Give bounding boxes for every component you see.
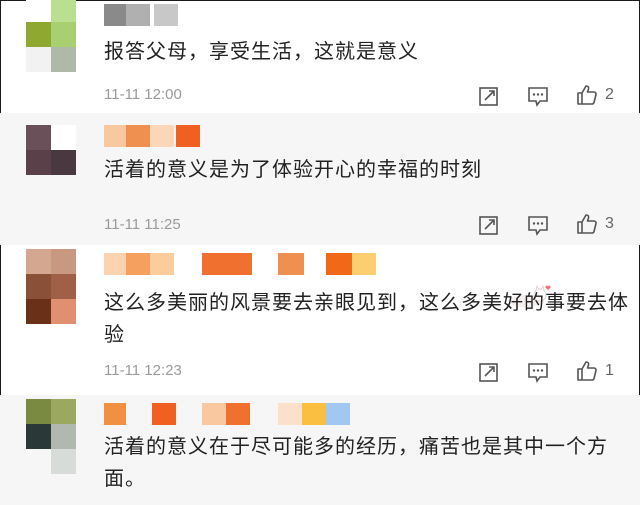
like-button[interactable]: 1 xyxy=(575,359,614,383)
avatar-lower xyxy=(26,449,76,474)
share-icon xyxy=(479,216,498,235)
comment-item: 活着的意义在于尽可能多的经历，痛苦也是其中一个方面。 xyxy=(0,395,640,505)
username-blurred[interactable] xyxy=(104,403,350,425)
comment-text: 报答父母，享受生活，这就是意义 xyxy=(104,39,419,63)
avatar[interactable] xyxy=(26,249,76,299)
username-blurred[interactable] xyxy=(104,253,376,275)
like-button[interactable]: 2 xyxy=(575,83,614,107)
comment-time: 11-11 12:23 xyxy=(104,362,182,379)
share-button[interactable] xyxy=(478,85,500,107)
comment-icon xyxy=(528,216,548,236)
comment-text: 活着的意义在于尽可能多的经历，痛苦也是其中一个方面。 xyxy=(104,434,608,490)
comment-item: 这么多美丽的风景要去亲眼见到，这么多美好的事要去体验 11-11 12:23 1 xyxy=(0,245,640,395)
avatar-lower xyxy=(26,47,76,72)
comment-button[interactable] xyxy=(527,214,549,236)
comment-text: 这么多美丽的风景要去亲眼见到，这么多美好的事要去体验 xyxy=(104,290,629,346)
username-blurred[interactable] xyxy=(104,125,200,147)
share-button[interactable] xyxy=(478,361,500,383)
thumbs-up-icon xyxy=(577,85,597,105)
comment-icon xyxy=(528,363,548,383)
thumbs-up-icon xyxy=(577,214,597,234)
username-blurred[interactable] xyxy=(104,4,178,26)
comment-button[interactable] xyxy=(527,85,549,107)
share-icon xyxy=(479,87,498,106)
comment-text: 活着的意义是为了体验开心的幸福的时刻 xyxy=(104,157,482,181)
avatar-lower xyxy=(26,299,76,324)
avatar[interactable] xyxy=(26,399,76,449)
share-button[interactable] xyxy=(478,214,500,236)
comment-time: 11-11 11:25 xyxy=(104,216,181,233)
comment-button[interactable] xyxy=(527,361,549,383)
like-count: 1 xyxy=(605,362,614,379)
avatar[interactable] xyxy=(26,125,76,175)
avatar[interactable] xyxy=(26,0,76,47)
comment-item: 活着的意义是为了体验开心的幸福的时刻 11-11 11:25 3 xyxy=(0,113,640,307)
like-count: 2 xyxy=(605,86,614,103)
like-button[interactable]: 3 xyxy=(575,212,614,236)
share-icon xyxy=(479,363,498,382)
comment-time: 11-11 12:00 xyxy=(104,86,182,103)
comment-item: 报答父母，享受生活，这就是意义 11-11 12:00 2 xyxy=(0,0,640,113)
comment-icon xyxy=(528,87,548,107)
like-count: 3 xyxy=(605,215,614,232)
thumbs-up-icon xyxy=(577,361,597,381)
